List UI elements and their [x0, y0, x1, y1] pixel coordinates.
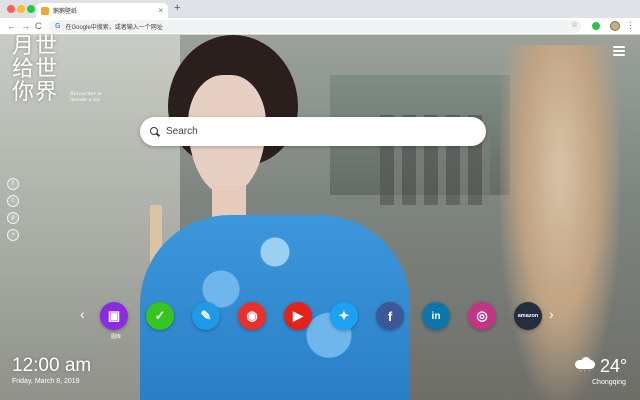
back-icon[interactable]: ←: [7, 20, 16, 32]
social-share-bar: f t p +: [7, 178, 19, 246]
twitter-icon[interactable]: t: [7, 195, 19, 207]
paint-app-icon[interactable]: ◉: [238, 302, 266, 330]
background-mannequin: [500, 45, 620, 400]
minimize-window-button[interactable]: [17, 5, 25, 13]
amazon-app-icon[interactable]: amazon: [514, 302, 542, 330]
tab-title: 鹅鹅壁纸: [53, 9, 78, 15]
checklist-app-icon[interactable]: ✓: [146, 302, 174, 330]
weather-temperature: 24°: [600, 356, 628, 376]
wallpaper-app-icon[interactable]: ▣: [100, 302, 128, 330]
search-icon[interactable]: [150, 126, 160, 137]
prev-arrow-icon[interactable]: ‹: [80, 307, 85, 321]
logo-subtitle: Retourner le monde a toi: [70, 91, 103, 103]
browser-menu-icon[interactable]: ⋮: [626, 20, 635, 31]
clock-time: 12:00 am: [12, 355, 92, 376]
maximize-window-button[interactable]: [27, 5, 35, 13]
facebook-app-icon[interactable]: f: [376, 302, 404, 330]
browser-titlebar: 鹅鹅壁纸 × +: [0, 0, 640, 18]
forward-icon[interactable]: →: [21, 20, 30, 32]
extension-icon[interactable]: [592, 22, 600, 30]
next-arrow-icon[interactable]: ›: [549, 307, 554, 321]
linkedin-app-icon[interactable]: in: [422, 302, 450, 330]
facebook-icon[interactable]: f: [7, 178, 19, 190]
tab-close-icon[interactable]: ×: [158, 6, 163, 15]
address-bar[interactable]: G 在Google中搜索，或者输入一个网址: [49, 20, 581, 33]
google-icon: G: [55, 23, 61, 30]
browser-toolbar: ← → C G 在Google中搜索，或者输入一个网址 ☆ ⋮: [0, 18, 640, 35]
instagram-app-icon[interactable]: ◎: [468, 302, 496, 330]
pinterest-icon[interactable]: p: [7, 212, 19, 224]
twitter-app-icon[interactable]: ✦: [330, 302, 358, 330]
rain-cloud-icon: ' ' ': [575, 357, 597, 376]
menu-icon[interactable]: [613, 46, 625, 58]
search-bar[interactable]: [140, 117, 486, 146]
close-window-button[interactable]: [7, 5, 15, 13]
app-label-wallpaper: 图库: [110, 334, 121, 340]
share-icon[interactable]: +: [7, 229, 19, 241]
youtube-app-icon[interactable]: ▶: [284, 302, 312, 330]
search-input[interactable]: [166, 126, 466, 137]
notes-app-icon[interactable]: ✎: [192, 302, 220, 330]
browser-tab[interactable]: 鹅鹅壁纸 ×: [36, 3, 168, 18]
bookmark-star-icon[interactable]: ☆: [571, 20, 578, 29]
new-tab-button[interactable]: +: [174, 3, 180, 14]
tab-favicon-icon: [41, 6, 49, 15]
weather-city: Chongqing: [592, 379, 626, 386]
background-person-shirt: [140, 215, 410, 400]
clock-date: Friday, March 8, 2019: [12, 378, 80, 385]
wallpaper-logo: 月世 给世 你界 Retourner le monde a toi: [12, 35, 107, 105]
logo-line-1: 月世: [12, 34, 59, 59]
reload-icon[interactable]: C: [35, 20, 42, 32]
profile-avatar-icon[interactable]: [610, 21, 620, 31]
logo-line-2: 给世: [12, 57, 59, 82]
address-bar-placeholder: 在Google中搜索，或者输入一个网址: [65, 25, 163, 31]
